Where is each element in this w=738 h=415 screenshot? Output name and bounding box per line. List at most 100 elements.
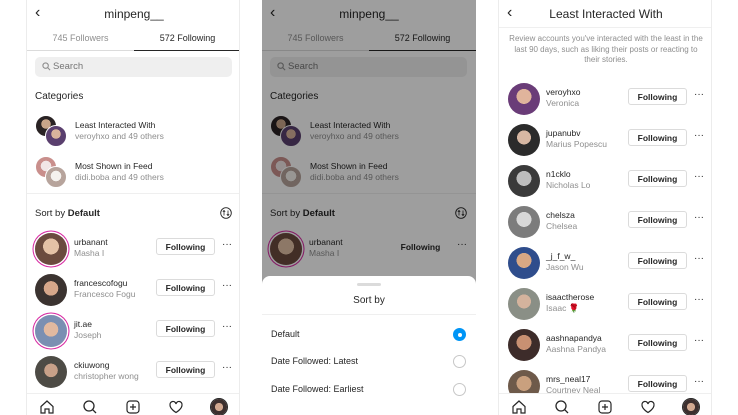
username[interactable]: urbanant [74,237,108,247]
avatar[interactable] [508,329,540,361]
following-button[interactable]: Following [628,211,687,228]
more-options-icon[interactable]: ··· [222,237,232,253]
avatar[interactable] [35,356,67,388]
avatar[interactable] [508,124,540,156]
full-name: Chelsea [546,221,578,231]
sort-option-latest[interactable]: Date Followed: Latest [271,356,358,366]
heart-icon[interactable] [168,399,184,415]
sort-option-default[interactable]: Default [271,329,300,339]
full-name: Jason Wu [546,262,584,272]
sort-by-label[interactable]: Sort by Default [35,208,100,219]
more-options-icon[interactable]: ··· [694,169,704,185]
category-name: Least Interacted With [75,120,156,130]
tab-followers[interactable]: 745 Followers [27,33,134,43]
username[interactable]: veroyhxo [546,87,581,97]
username[interactable]: mrs_neal17 [546,374,590,384]
radio-earliest[interactable] [453,383,466,396]
following-button[interactable]: Following [628,334,687,351]
following-button[interactable]: Following [156,320,215,337]
username[interactable]: jupanubv [546,128,581,138]
list-item: jit.ae Joseph Following ··· [27,312,239,352]
avatar[interactable] [508,165,540,197]
more-options-icon[interactable]: ··· [222,319,232,335]
search-input[interactable] [53,61,223,72]
intro-text: Review accounts you've interacted with t… [509,34,703,64]
profile-avatar[interactable] [211,399,227,415]
list-item: chelsza Chelsea Following ··· [499,203,711,243]
search-icon [42,62,51,71]
username[interactable]: francescofogu [74,278,127,288]
more-options-icon[interactable]: ··· [694,210,704,226]
more-options-icon[interactable]: ··· [694,128,704,144]
more-options-icon[interactable]: ··· [694,333,704,349]
more-options-icon[interactable]: ··· [694,374,704,390]
avatar[interactable] [508,83,540,115]
sheet-handle[interactable] [357,283,381,286]
radio-default-selected[interactable] [453,328,466,341]
username[interactable]: isaactherose [546,292,594,302]
avatar[interactable] [35,233,67,265]
add-post-icon[interactable] [125,399,141,415]
bottom-nav [27,393,239,415]
profile-avatar[interactable] [683,399,699,415]
sort-toggle-icon[interactable] [220,207,232,219]
divider [27,193,239,194]
search-icon[interactable] [82,399,98,415]
full-name: Masha I [74,248,105,258]
search-bar[interactable] [35,57,232,77]
username[interactable]: jit.ae [74,319,92,329]
following-button[interactable]: Following [628,293,687,310]
following-button[interactable]: Following [156,279,215,296]
more-options-icon[interactable]: ··· [694,87,704,103]
following-button[interactable]: Following [156,238,215,255]
category-name: Most Shown in Feed [75,161,153,171]
avatar[interactable] [35,274,67,306]
more-options-icon[interactable]: ··· [694,251,704,267]
category-least-interacted[interactable]: Least Interacted With veroyhxo and 49 ot… [27,112,239,148]
heart-icon[interactable] [640,399,656,415]
following-button[interactable]: Following [628,88,687,105]
radio-latest[interactable] [453,355,466,368]
avatar[interactable] [508,206,540,238]
list-item: aashnapandya Aashna Pandya Following ··· [499,326,711,366]
tabs: 745 Followers 572 Following [27,28,239,51]
username[interactable]: ckiuwong [74,360,109,370]
list-item: n1cklo Nicholas Lo Following ··· [499,162,711,202]
sort-sheet-panel: ‹ minpeng__ 745 Followers 572 Following … [262,0,476,415]
sheet-title: Sort by [353,295,385,306]
avatar[interactable] [508,288,540,320]
full-name: Marius Popescu [546,139,607,149]
sort-value: Default [67,208,100,219]
tab-following[interactable]: 572 Following [134,33,239,43]
full-name: Francesco Fogu [74,289,136,299]
following-button[interactable]: Following [156,361,215,378]
following-button[interactable]: Following [628,129,687,146]
category-avatars [35,156,67,188]
home-icon[interactable] [39,399,55,415]
following-button[interactable]: Following [628,252,687,269]
more-options-icon[interactable]: ··· [222,360,232,376]
list-item: isaactherose Isaac 🌹 Following ··· [499,285,711,325]
username[interactable]: aashnapandya [546,333,602,343]
category-most-shown[interactable]: Most Shown in Feed didi.boba and 49 othe… [27,153,239,189]
list-item: jupanubv Marius Popescu Following ··· [499,121,711,161]
home-icon[interactable] [511,399,527,415]
username[interactable]: n1cklo [546,169,571,179]
following-button[interactable]: Following [628,375,687,392]
username[interactable]: chelsza [546,210,575,220]
full-name: Nicholas Lo [546,180,591,190]
more-options-icon[interactable]: ··· [222,278,232,294]
username[interactable]: _j_f_w_ [546,251,575,261]
following-button[interactable]: Following [628,170,687,187]
full-name: Veronica [546,98,580,108]
avatar[interactable] [35,315,67,347]
more-options-icon[interactable]: ··· [694,292,704,308]
avatar[interactable] [508,247,540,279]
category-avatars [35,115,67,147]
full-name: christopher wong [74,371,139,381]
search-icon[interactable] [554,399,570,415]
add-post-icon[interactable] [597,399,613,415]
list-item: francescofogu Francesco Fogu Following ·… [27,271,239,311]
sort-option-earliest[interactable]: Date Followed: Earliest [271,384,364,394]
header: ‹ minpeng__ [27,0,239,28]
